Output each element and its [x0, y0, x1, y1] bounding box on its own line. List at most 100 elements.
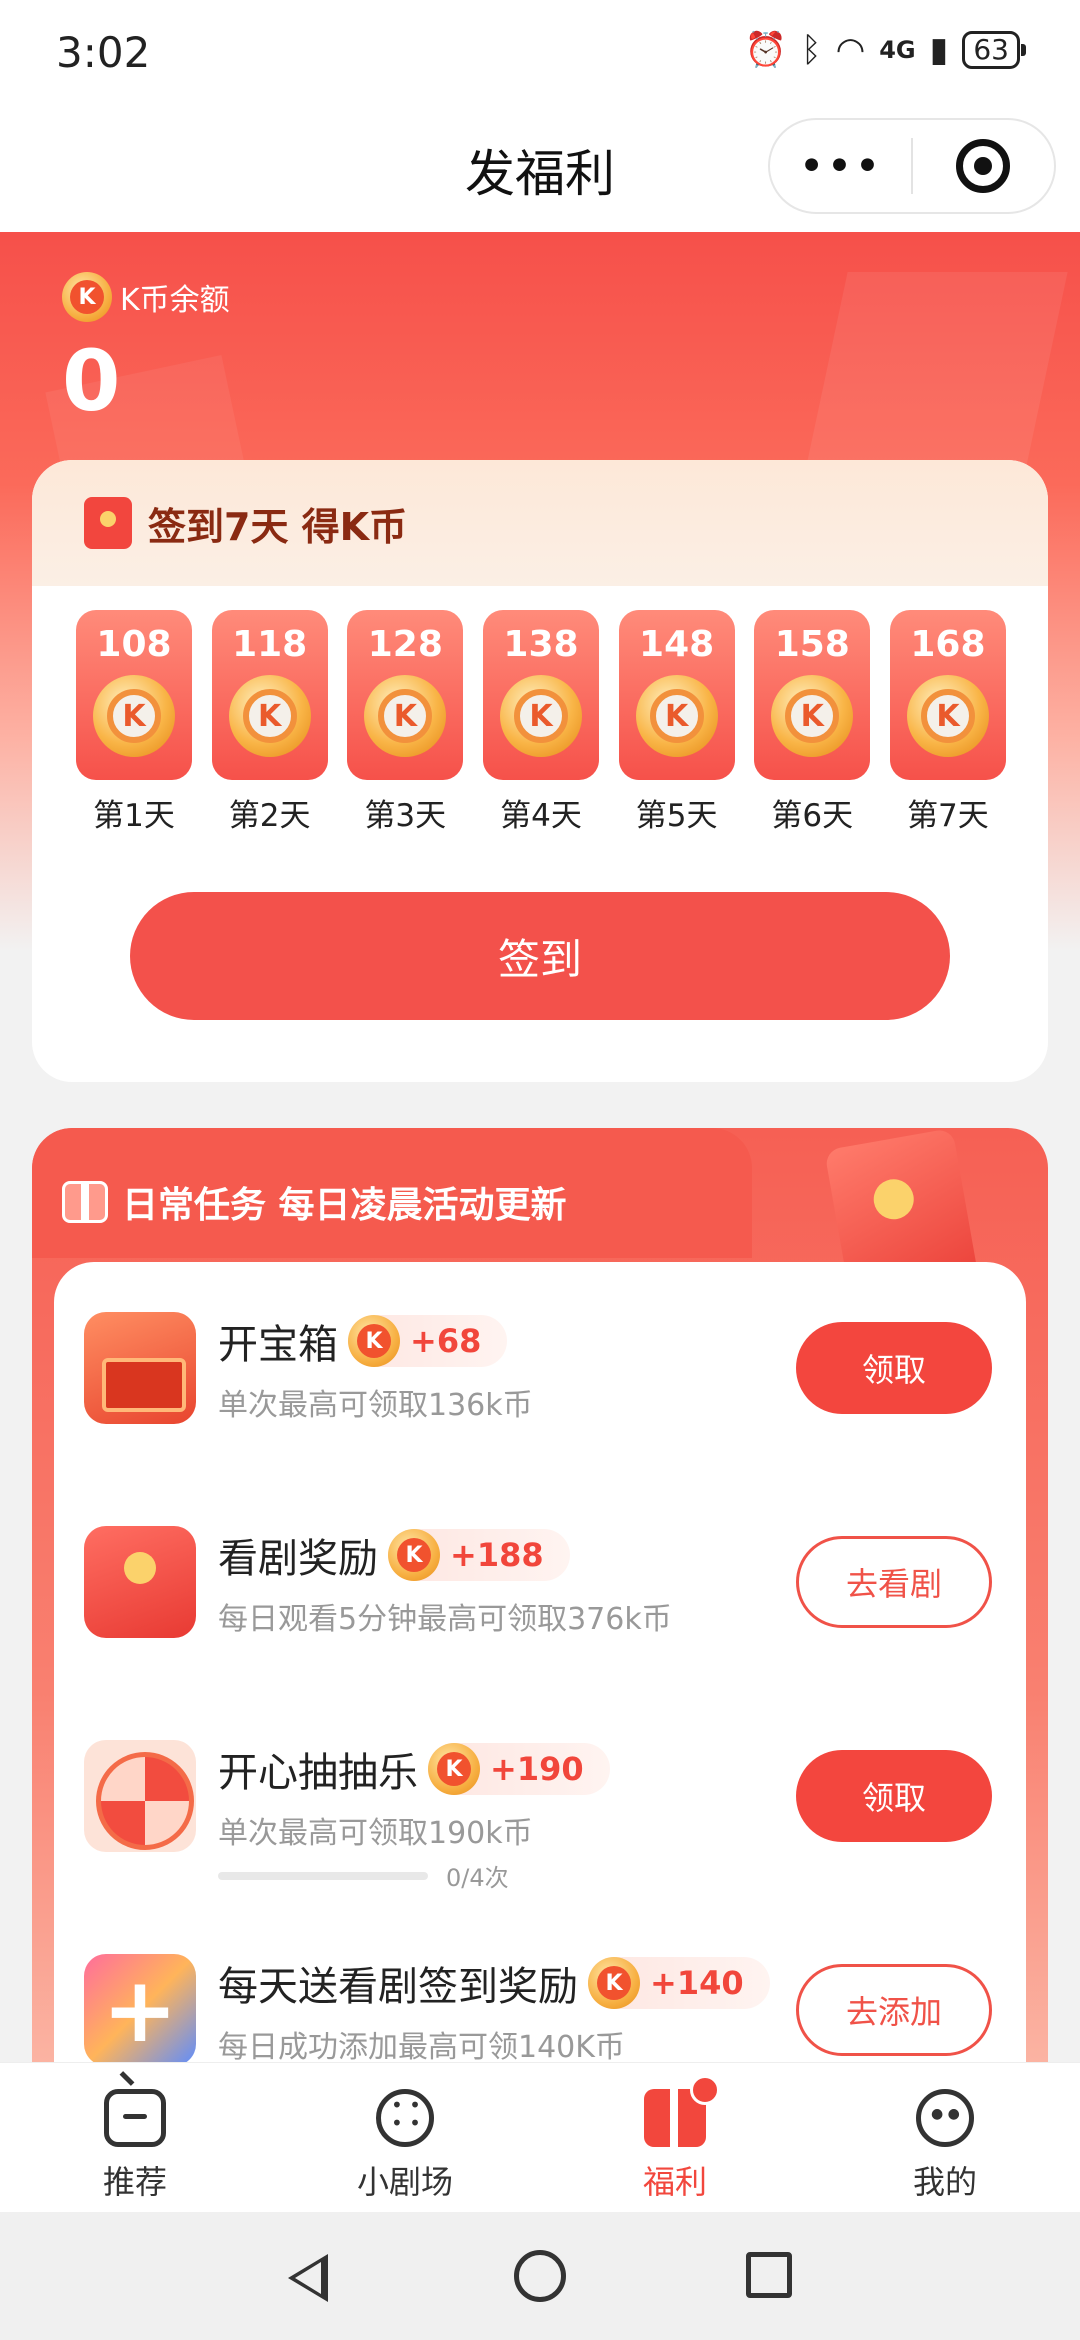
signin-header: 签到7天 得K币	[32, 460, 1048, 586]
day-amount: 168	[910, 624, 986, 665]
task-name: 看剧奖励	[218, 1536, 378, 1582]
task-name: 开心抽抽乐	[218, 1750, 418, 1796]
tv-icon	[104, 2089, 166, 2147]
reward-badge: K +190	[428, 1743, 610, 1795]
day-label: 第7天	[907, 798, 989, 834]
lucky-wheel-icon	[84, 1740, 196, 1852]
progress-text: 0/4次	[446, 1864, 509, 1892]
reward-amount: +188	[450, 1536, 544, 1574]
day-amount: 108	[96, 624, 172, 665]
nav-item-recommend[interactable]: 推荐	[0, 2063, 270, 2212]
gift-icon	[644, 2075, 720, 2147]
treasure-box-icon	[84, 1312, 196, 1424]
nav-label: 福利	[642, 2163, 707, 2201]
nav-label: 我的	[912, 2163, 977, 2201]
back-icon[interactable]	[288, 2254, 328, 2302]
task-description: 单次最高可领取190k币	[218, 1816, 533, 1851]
signin-button[interactable]: 签到	[130, 892, 950, 1020]
target-icon	[956, 139, 1011, 193]
day-amount: 138	[503, 624, 579, 665]
day-amount: 148	[639, 624, 715, 665]
task-name: 每天送看剧签到奖励	[218, 1964, 578, 2010]
day-label: 第3天	[364, 798, 447, 834]
gift-icon	[62, 1181, 108, 1223]
signin-day: 108 K 第1天	[76, 610, 192, 835]
reward-amount: +68	[410, 1322, 482, 1360]
status-time: 3:02	[56, 28, 151, 77]
k-coin-icon: K	[635, 675, 718, 757]
reward-badge: K +140	[588, 1957, 770, 2009]
signin-day: 158 K 第6天	[754, 610, 871, 835]
signin-day: 118 K 第2天	[211, 610, 328, 835]
nav-item-mine[interactable]: 我的	[810, 2063, 1080, 2212]
battery-icon: 63	[962, 31, 1026, 69]
claim-button[interactable]: 领取	[796, 1322, 992, 1414]
close-miniprogram-button[interactable]	[913, 139, 1054, 193]
nav-item-theater[interactable]: 小剧场	[270, 2063, 540, 2212]
task-description: 每日成功添加最高可领140K币	[218, 2030, 625, 2065]
status-icons: ⏰ ᛒ ◠ 4G ▮ 63	[745, 30, 1026, 70]
day-label: 第1天	[93, 798, 175, 834]
k-coin-icon: K	[93, 675, 175, 757]
k-coin-icon: K	[499, 675, 582, 757]
reward-badge: K +188	[388, 1529, 570, 1581]
balance-value: 0	[62, 332, 121, 430]
film-reel-icon	[376, 2089, 434, 2147]
red-packet-icon	[84, 497, 132, 549]
signal-icon: ▮	[929, 30, 949, 70]
signin-day: 128 K 第3天	[347, 610, 464, 835]
nav-item-welfare[interactable]: 福利	[540, 2063, 810, 2212]
title-bar: 发福利 •••	[0, 100, 1080, 232]
notification-dot	[690, 2075, 720, 2105]
system-navigation-bar	[0, 2212, 1080, 2340]
k-coin-icon: K	[228, 675, 311, 757]
task-progress: 0/4次	[218, 1858, 509, 1893]
balance-label: K币余额	[120, 283, 230, 318]
reward-amount: +140	[650, 1964, 744, 2002]
k-coin-icon: K	[588, 1957, 640, 2009]
day-reward-card: 148 K	[618, 610, 735, 780]
nav-label: 推荐	[102, 2163, 167, 2201]
day-label: 第5天	[635, 798, 718, 834]
task-item-lucky-draw: 开心抽抽乐 K +190 单次最高可领取190k币 0/4次 领取	[54, 1690, 1026, 1892]
go-add-button[interactable]: 去添加	[796, 1964, 992, 2056]
bottom-navigation: 推荐 小剧场 福利 我的	[0, 2062, 1080, 2212]
more-menu-button[interactable]: •••	[770, 141, 911, 192]
day-amount: 118	[232, 624, 308, 665]
task-description: 单次最高可领取136k币	[218, 1388, 533, 1423]
signin-day: 148 K 第5天	[618, 610, 735, 835]
wifi-icon: ◠	[835, 30, 866, 70]
claim-button[interactable]: 领取	[796, 1750, 992, 1842]
capsule-menu: •••	[768, 118, 1056, 214]
task-name: 开宝箱	[218, 1322, 338, 1368]
k-coin-icon: K	[62, 272, 112, 322]
day-reward-card: 138 K	[482, 610, 599, 780]
task-list: 开宝箱 K +68 单次最高可领取136k币 领取 看剧奖励 K +188 每日…	[54, 1262, 1026, 2068]
task-item-add-shortcut: 每天送看剧签到奖励 K +140 每日成功添加最高可领140K币 去添加	[54, 1904, 1026, 2068]
day-reward-card: 168 K	[889, 610, 1006, 780]
add-shortcut-icon	[84, 1954, 196, 2066]
task-title-row: 看剧奖励 K +188	[218, 1526, 570, 1584]
network-type: 4G	[879, 36, 916, 64]
day-label: 第2天	[228, 798, 311, 834]
tasks-header: 日常任务 每日凌晨活动更新	[62, 1176, 567, 1228]
status-bar: 3:02 ⏰ ᛒ ◠ 4G ▮ 63	[0, 0, 1080, 100]
day-label: 第6天	[771, 798, 854, 834]
signin-title: 签到7天 得K币	[148, 504, 408, 549]
day-amount: 158	[774, 624, 850, 665]
recent-apps-icon[interactable]	[746, 2252, 792, 2298]
home-icon[interactable]	[514, 2250, 566, 2302]
progress-bar	[218, 1871, 428, 1880]
go-watch-button[interactable]: 去看剧	[796, 1536, 992, 1628]
tasks-title: 日常任务 每日凌晨活动更新	[122, 1185, 567, 1226]
day-label: 第4天	[500, 798, 582, 834]
task-item-open-box: 开宝箱 K +68 单次最高可领取136k币 领取	[54, 1262, 1026, 1452]
day-reward-card: 108 K	[76, 610, 192, 780]
bluetooth-icon: ᛒ	[801, 30, 822, 70]
task-title-row: 每天送看剧签到奖励 K +140	[218, 1954, 770, 2012]
nav-label: 小剧场	[356, 2163, 453, 2201]
k-coin-icon: K	[348, 1315, 400, 1367]
signin-days: 108 K 第1天 118 K 第2天 128 K 第3天 138 K 第4天	[76, 610, 1006, 835]
task-title-row: 开宝箱 K +68	[218, 1312, 508, 1370]
k-coin-icon: K	[906, 675, 989, 757]
